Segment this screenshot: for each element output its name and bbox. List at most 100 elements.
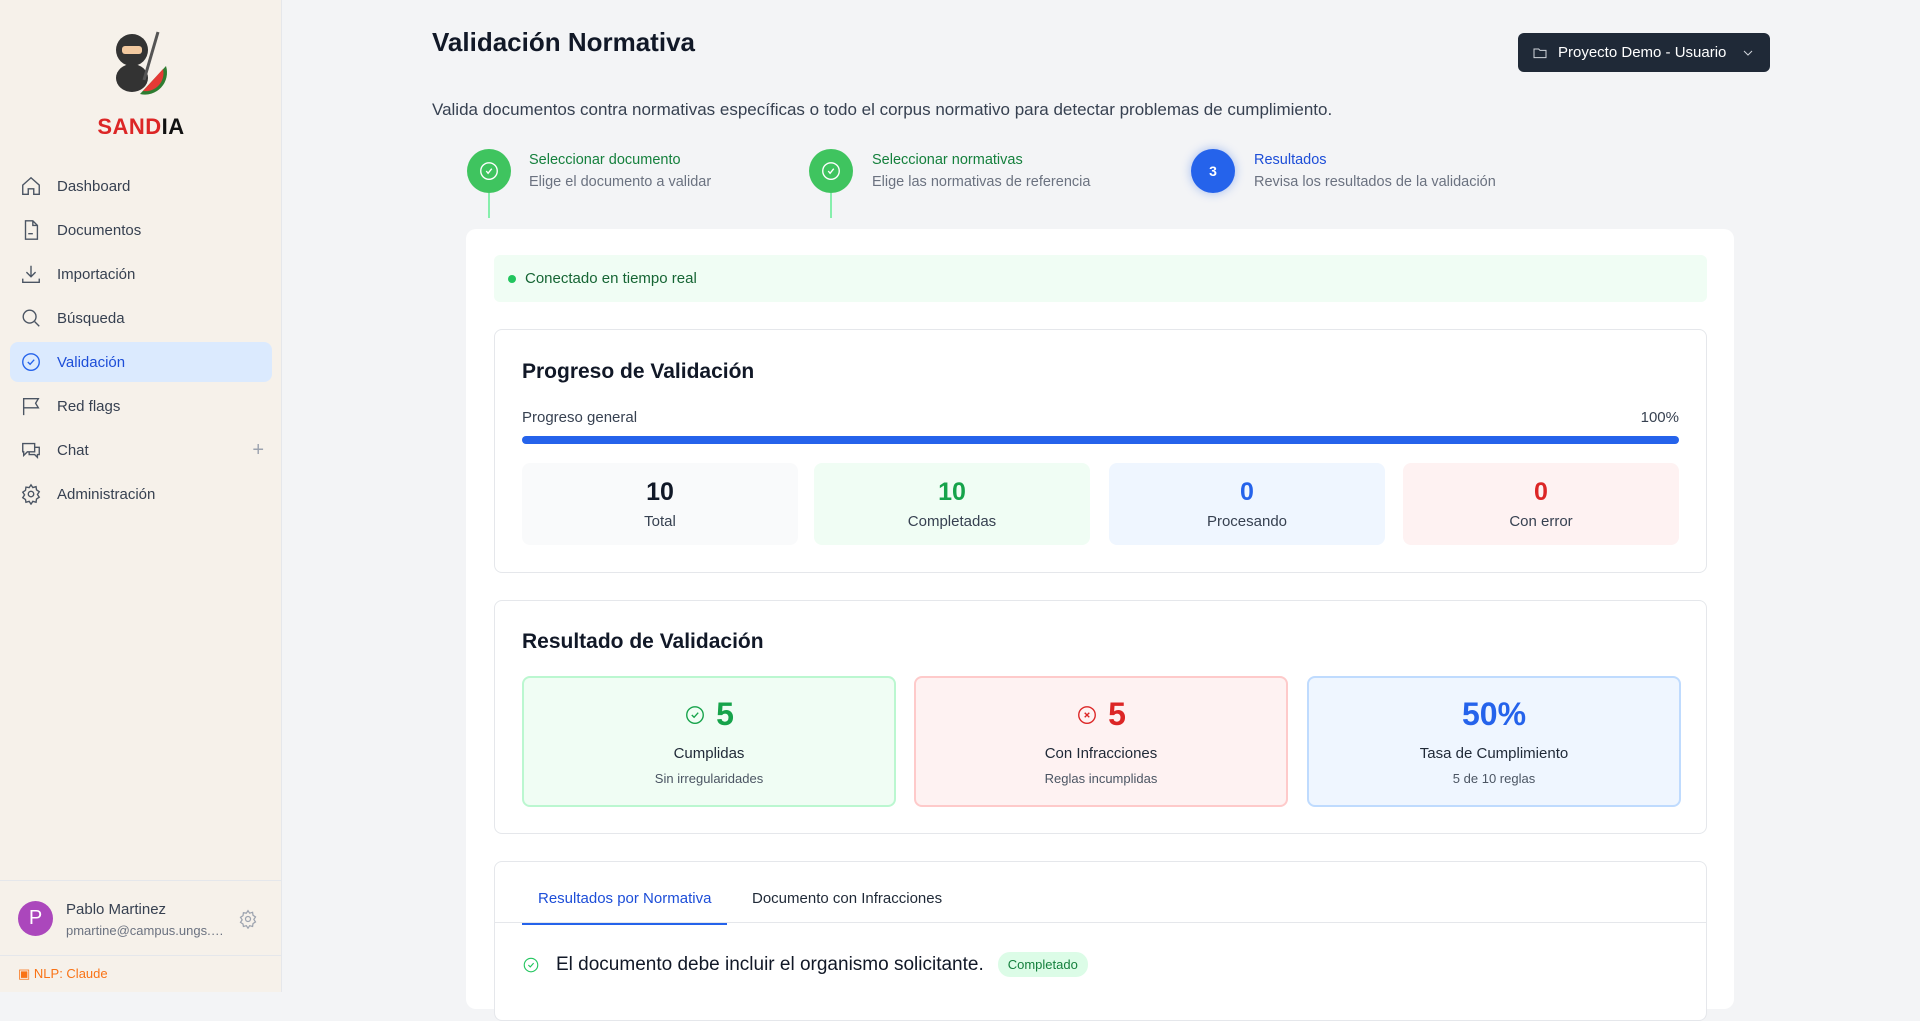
page-title: Validación Normativa bbox=[432, 27, 695, 57]
progress-label: Progreso general bbox=[522, 409, 638, 426]
stat-total: 10 Total bbox=[522, 463, 798, 545]
connection-banner: Conectado en tiempo real bbox=[494, 255, 1707, 302]
sidebar-item-chat[interactable]: Chat + bbox=[10, 430, 272, 470]
tab-results-by-normative[interactable]: Resultados por Normativa bbox=[522, 890, 728, 925]
rule-text: El documento debe incluir el organismo s… bbox=[556, 953, 984, 975]
step-2-desc: Elige las normativas de referencia bbox=[872, 174, 1091, 190]
result-compliance-rate: 50% Tasa de Cumplimiento 5 de 10 reglas bbox=[1307, 676, 1681, 807]
download-icon bbox=[22, 265, 40, 283]
sidebar-item-validacion[interactable]: Validación bbox=[10, 342, 272, 382]
chip-icon: ▣ bbox=[18, 966, 34, 981]
settings-gear-icon[interactable] bbox=[238, 909, 258, 929]
project-selector[interactable]: Proyecto Demo - Usuario bbox=[1518, 33, 1770, 72]
step-1-check-icon bbox=[467, 149, 511, 193]
step-2-check-icon bbox=[809, 149, 853, 193]
status-badge: Completado bbox=[997, 952, 1088, 977]
step-1-desc: Elige el documento a validar bbox=[529, 174, 712, 190]
step-3-number: 3 bbox=[1191, 149, 1235, 193]
result-sub: Sin irregularidades bbox=[654, 771, 764, 786]
stat-value: 0 bbox=[1240, 478, 1254, 506]
user-name: Pablo Martinez bbox=[66, 901, 167, 918]
stat-label: Total bbox=[644, 513, 676, 530]
result-title: Resultado de Validación bbox=[522, 630, 764, 653]
progress-bar bbox=[522, 436, 1679, 444]
brand-part-1: SAND bbox=[97, 114, 162, 139]
sidebar-item-label: Validación bbox=[57, 353, 126, 371]
stat-label: Completadas bbox=[907, 513, 997, 530]
sidebar-item-documentos[interactable]: Documentos bbox=[10, 210, 272, 250]
chevron-down-icon bbox=[1744, 50, 1753, 56]
nlp-indicator: ▣ NLP: Claude bbox=[18, 966, 108, 982]
brand-part-2: IA bbox=[161, 114, 185, 139]
tab-document-infractions[interactable]: Documento con Infracciones bbox=[752, 890, 942, 922]
sidebar-item-label: Chat bbox=[57, 441, 89, 459]
stat-label: Procesando bbox=[1206, 513, 1288, 530]
sidebar-item-label: Dashboard bbox=[57, 177, 131, 195]
flag-icon bbox=[22, 397, 40, 416]
page-subtitle: Valida documentos contra normativas espe… bbox=[432, 100, 1333, 119]
list-item[interactable]: El documento debe incluir el organismo s… bbox=[522, 952, 1088, 977]
home-icon bbox=[22, 176, 40, 195]
progress-title: Progreso de Validación bbox=[522, 360, 755, 383]
check-circle-icon bbox=[22, 353, 40, 371]
sidebar-item-label: Importación bbox=[57, 265, 136, 283]
validation-result-card: Resultado de Validación 5 Cumplidas Sin ir… bbox=[494, 600, 1707, 834]
sidebar-item-label: Administración bbox=[57, 485, 156, 503]
project-label: Proyecto Demo - Usuario bbox=[1558, 44, 1727, 61]
check-circle-icon bbox=[686, 705, 705, 724]
status-dot-icon bbox=[508, 274, 516, 283]
user-email: pmartine@campus.ungs.… bbox=[66, 923, 224, 938]
sidebar-item-busqueda[interactable]: Búsqueda bbox=[10, 298, 272, 338]
chat-icon bbox=[22, 442, 40, 459]
details-card: Resultados por Normativa Documento con I… bbox=[494, 861, 1707, 1021]
result-value: 5 bbox=[716, 696, 734, 732]
result-violations: 5 Con Infracciones Reglas incumplidas bbox=[914, 676, 1288, 807]
sidebar: SANDIA Dashboard Documentos Importación … bbox=[0, 0, 282, 992]
tab-divider bbox=[495, 922, 1706, 923]
result-sub: 5 de 10 reglas bbox=[1452, 771, 1536, 786]
progress-card: Progreso de Validación Progreso general … bbox=[494, 329, 1707, 573]
stat-value: 10 bbox=[938, 478, 966, 506]
x-circle-icon bbox=[1078, 705, 1097, 724]
sidebar-item-label: Red flags bbox=[57, 397, 121, 415]
nlp-label: NLP: Claude bbox=[33, 966, 108, 981]
gear-icon bbox=[21, 483, 41, 505]
step-2-title: Seleccionar normativas bbox=[872, 152, 1023, 168]
progress-value: 100% bbox=[1640, 409, 1679, 426]
result-value: 50% bbox=[1461, 696, 1527, 732]
stat-completed: 10 Completadas bbox=[814, 463, 1090, 545]
result-label: Tasa de Cumplimiento bbox=[1419, 745, 1569, 762]
sidebar-item-red-flags[interactable]: Red flags bbox=[10, 386, 272, 426]
avatar: P bbox=[18, 901, 53, 936]
sidebar-item-label: Búsqueda bbox=[57, 309, 125, 327]
ninja-watermelon-logo bbox=[116, 31, 168, 95]
stat-processing: 0 Procesando bbox=[1109, 463, 1385, 545]
step-connector bbox=[488, 193, 490, 218]
check-circle-icon bbox=[523, 957, 539, 972]
new-chat-plus-icon[interactable]: + bbox=[252, 439, 264, 462]
result-label: Con Infracciones bbox=[1044, 745, 1158, 762]
sidebar-nav: Dashboard Documentos Importación Búsqued… bbox=[10, 166, 272, 518]
result-sub: Reglas incumplidas bbox=[1044, 771, 1158, 786]
sidebar-item-importacion[interactable]: Importación bbox=[10, 254, 272, 294]
brand-name: SANDIA bbox=[0, 114, 282, 140]
step-1-title: Seleccionar documento bbox=[529, 152, 681, 168]
user-profile[interactable]: P Pablo Martinez pmartine@campus.ungs.… bbox=[0, 880, 282, 956]
result-label: Cumplidas bbox=[673, 745, 745, 762]
result-compliant: 5 Cumplidas Sin irregularidades bbox=[522, 676, 896, 807]
step-connector bbox=[830, 193, 832, 218]
step-3-desc: Revisa los resultados de la validación bbox=[1254, 174, 1496, 190]
stat-value: 0 bbox=[1534, 478, 1548, 506]
sidebar-item-dashboard[interactable]: Dashboard bbox=[10, 166, 272, 206]
stat-label: Con error bbox=[1509, 513, 1573, 530]
sidebar-item-label: Documentos bbox=[57, 221, 142, 239]
step-3-title: Resultados bbox=[1254, 152, 1327, 168]
sidebar-item-administracion[interactable]: Administración bbox=[10, 474, 272, 514]
stat-error: 0 Con error bbox=[1403, 463, 1679, 545]
stat-value: 10 bbox=[646, 478, 674, 506]
search-icon bbox=[22, 309, 40, 327]
connection-status: Conectado en tiempo real bbox=[525, 270, 697, 287]
result-value: 5 bbox=[1108, 696, 1126, 732]
folder-icon bbox=[1533, 48, 1547, 58]
progress-fill bbox=[522, 436, 1679, 444]
